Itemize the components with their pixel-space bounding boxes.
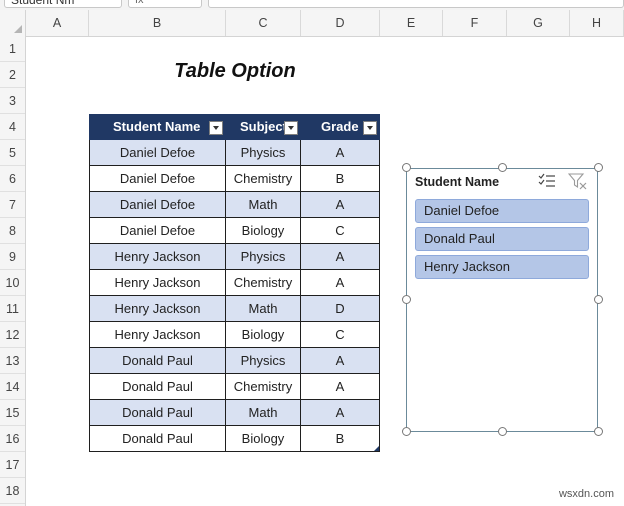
- slicer-title: Student Name: [415, 175, 500, 189]
- row-header-5[interactable]: 5: [0, 140, 25, 166]
- table-cell[interactable]: A: [301, 192, 380, 218]
- formula-input[interactable]: [208, 0, 624, 8]
- table-cell[interactable]: A: [301, 270, 380, 296]
- table-cell[interactable]: C: [301, 218, 380, 244]
- table-cell[interactable]: Physics: [226, 244, 301, 270]
- filter-dropdown-button[interactable]: [363, 121, 377, 135]
- resize-handle-bottom[interactable]: [498, 427, 507, 436]
- table-cell[interactable]: Biology: [226, 322, 301, 348]
- table-cell[interactable]: Biology: [226, 218, 301, 244]
- table-header-cell: Subject: [226, 114, 301, 140]
- table-cell[interactable]: Donald Paul: [89, 400, 226, 426]
- table-cell[interactable]: Chemistry: [226, 270, 301, 296]
- column-header-h[interactable]: H: [570, 10, 624, 36]
- row-header: 1 2 3 4 5 6 7 8 9 10 11 12 13 14 15 16 17 18: [0, 36, 26, 506]
- watermark: wsxdn.com: [558, 488, 614, 500]
- resize-handle-top-left[interactable]: [402, 163, 411, 172]
- row-header-15[interactable]: 15: [0, 400, 25, 426]
- column-header-e[interactable]: E: [380, 10, 443, 36]
- row-header-14[interactable]: 14: [0, 374, 25, 400]
- formula-bar: Student Nm fx: [0, 0, 624, 10]
- resize-handle-bottom-left[interactable]: [402, 427, 411, 436]
- table-header-label: Subject: [240, 119, 284, 134]
- table-cell[interactable]: Biology: [226, 426, 301, 452]
- table-cell[interactable]: Donald Paul: [89, 348, 226, 374]
- resize-handle-left[interactable]: [402, 295, 411, 304]
- resize-handle-right[interactable]: [594, 295, 603, 304]
- table-cell[interactable]: Daniel Defoe: [89, 140, 226, 166]
- name-box[interactable]: Student Nm: [4, 0, 122, 8]
- table-cell[interactable]: B: [301, 426, 380, 452]
- table-header-cell: Grade: [301, 114, 380, 140]
- table-cell[interactable]: D: [301, 296, 380, 322]
- column-header-a[interactable]: A: [26, 10, 89, 36]
- row-header-10[interactable]: 10: [0, 270, 25, 296]
- table-cell[interactable]: Henry Jackson: [89, 244, 226, 270]
- table-cell[interactable]: Donald Paul: [89, 426, 226, 452]
- row-header-1[interactable]: 1: [0, 36, 25, 62]
- table-cell[interactable]: Math: [226, 400, 301, 426]
- table-cell[interactable]: C: [301, 322, 380, 348]
- row-header-17[interactable]: 17: [0, 452, 25, 478]
- table-cell[interactable]: Math: [226, 192, 301, 218]
- table-cell[interactable]: Henry Jackson: [89, 296, 226, 322]
- column-header-c[interactable]: C: [226, 10, 301, 36]
- clear-filter-icon[interactable]: [568, 172, 588, 190]
- column-header: ABCDEFGH: [0, 10, 624, 37]
- row-header-18[interactable]: 18: [0, 478, 25, 504]
- row-header-16[interactable]: 16: [0, 426, 25, 452]
- table-cell[interactable]: A: [301, 244, 380, 270]
- row-header-8[interactable]: 8: [0, 218, 25, 244]
- table-cell[interactable]: Chemistry: [226, 374, 301, 400]
- row-header-9[interactable]: 9: [0, 244, 25, 270]
- row-header-4[interactable]: 4: [0, 114, 25, 140]
- table-cell[interactable]: Math: [226, 296, 301, 322]
- table-cell[interactable]: A: [301, 140, 380, 166]
- select-all-corner[interactable]: [0, 10, 26, 36]
- table-cell[interactable]: Physics: [226, 348, 301, 374]
- filter-dropdown-button[interactable]: [284, 121, 298, 135]
- column-header-g[interactable]: G: [507, 10, 570, 36]
- table-header-cell: Student Name: [89, 114, 226, 140]
- resize-handle-top[interactable]: [498, 163, 507, 172]
- table-cell[interactable]: B: [301, 166, 380, 192]
- column-header-f[interactable]: F: [443, 10, 507, 36]
- row-header-7[interactable]: 7: [0, 192, 25, 218]
- table-cell[interactable]: Physics: [226, 140, 301, 166]
- table-cell[interactable]: Henry Jackson: [89, 270, 226, 296]
- slicer-item[interactable]: Daniel Defoe: [415, 199, 589, 223]
- column-header-d[interactable]: D: [301, 10, 380, 36]
- table-header-label: Grade: [321, 119, 359, 134]
- row-header-6[interactable]: 6: [0, 166, 25, 192]
- table-cell[interactable]: Donald Paul: [89, 374, 226, 400]
- slicer-item[interactable]: Henry Jackson: [415, 255, 589, 279]
- table-cell[interactable]: Daniel Defoe: [89, 192, 226, 218]
- resize-handle-top-right[interactable]: [594, 163, 603, 172]
- table-cell[interactable]: A: [301, 374, 380, 400]
- table-cell[interactable]: Daniel Defoe: [89, 166, 226, 192]
- filter-dropdown-button[interactable]: [209, 121, 223, 135]
- slicer-item[interactable]: Donald Paul: [415, 227, 589, 251]
- table-cell[interactable]: Chemistry: [226, 166, 301, 192]
- row-header-3[interactable]: 3: [0, 88, 25, 114]
- fx-button[interactable]: fx: [128, 0, 202, 8]
- multi-select-icon[interactable]: [538, 173, 556, 189]
- table-header-label: Student Name: [113, 119, 201, 134]
- table-cell[interactable]: Henry Jackson: [89, 322, 226, 348]
- row-header-13[interactable]: 13: [0, 348, 25, 374]
- column-header-b[interactable]: B: [89, 10, 226, 36]
- table-cell[interactable]: A: [301, 348, 380, 374]
- resize-handle-bottom-right[interactable]: [594, 427, 603, 436]
- row-header-12[interactable]: 12: [0, 322, 25, 348]
- row-header-2[interactable]: 2: [0, 62, 25, 88]
- table-cell[interactable]: Daniel Defoe: [89, 218, 226, 244]
- row-header-11[interactable]: 11: [0, 296, 25, 322]
- table-cell[interactable]: A: [301, 400, 380, 426]
- slicer-panel[interactable]: Student Name Daniel Defoe Donald Paul Henr…: [406, 168, 598, 432]
- page-title: Table Option: [174, 60, 296, 82]
